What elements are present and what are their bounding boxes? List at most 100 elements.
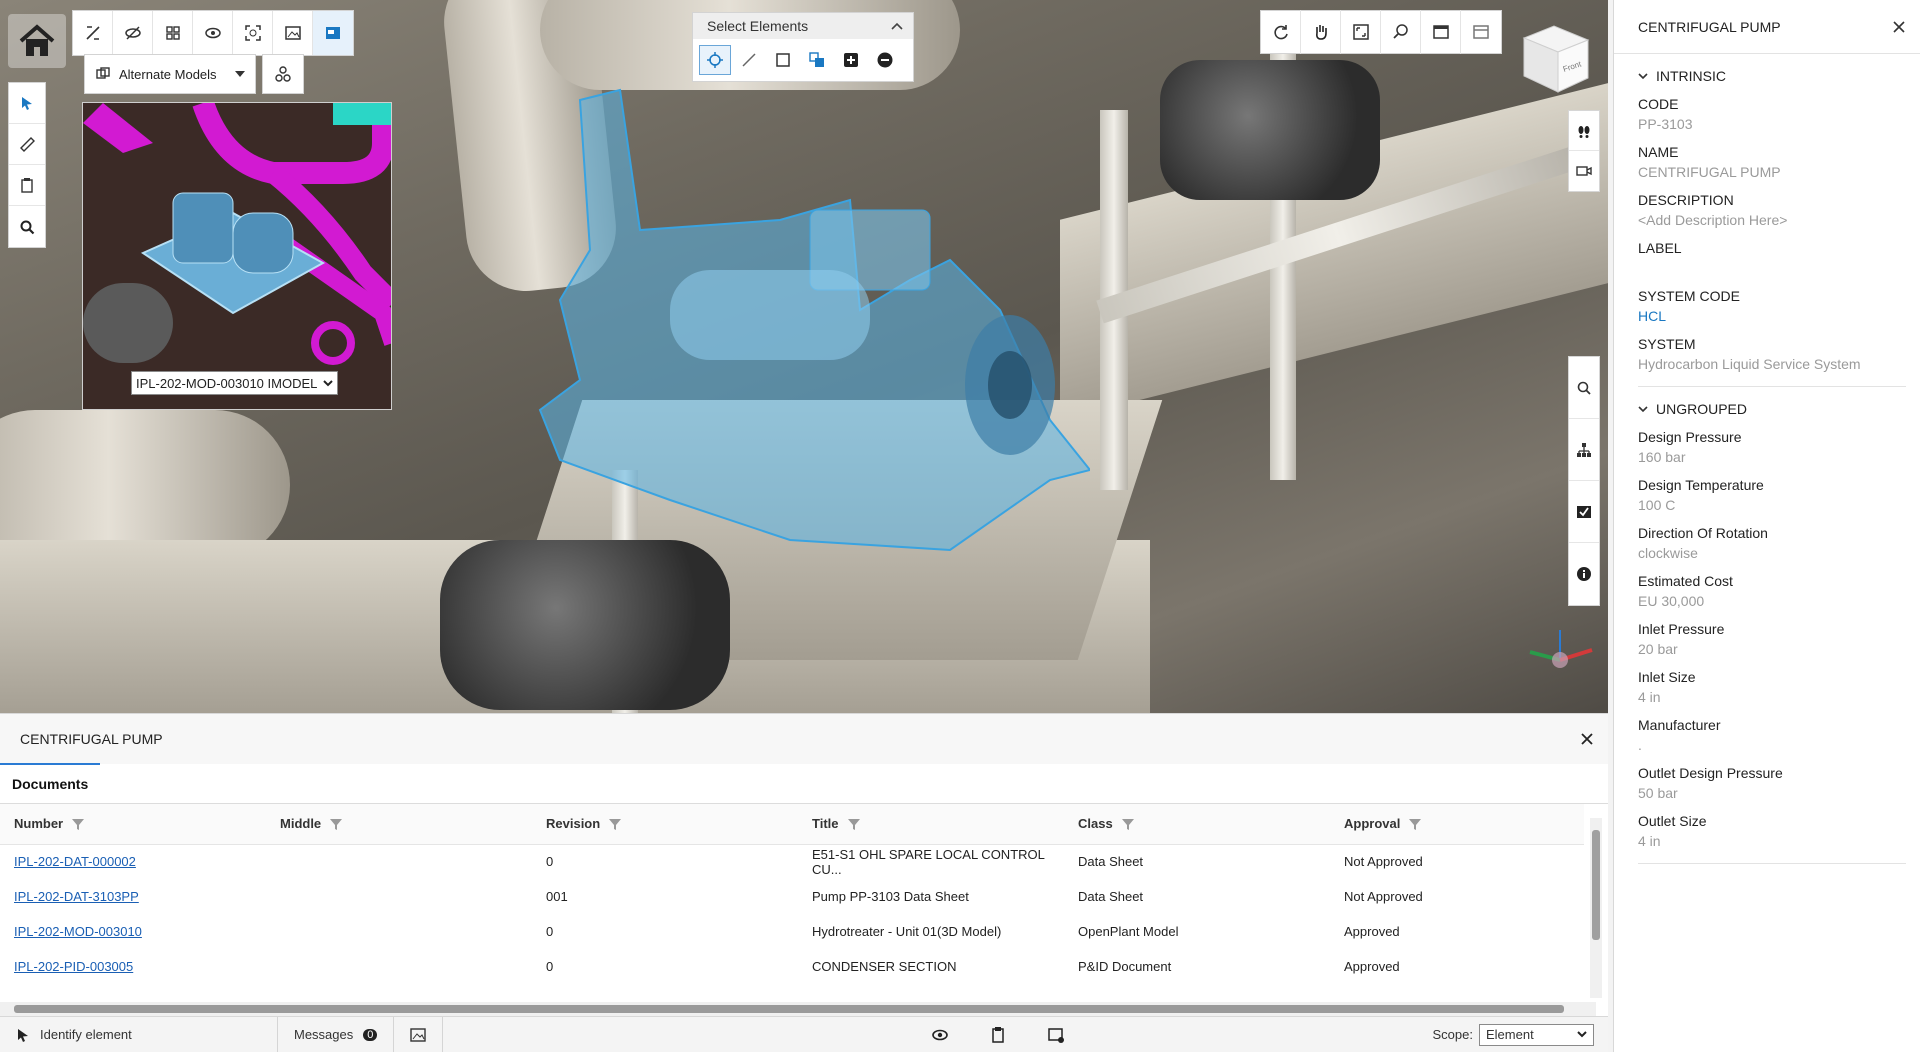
home-button[interactable]: [8, 14, 66, 68]
document-revision: 0: [546, 924, 554, 939]
table-row[interactable]: IPL-202-PID-003005 0 CONDENSER SECTION P…: [0, 949, 1584, 984]
table-row[interactable]: IPL-202-DAT-3103PP 001 Pump PP-3103 Data…: [0, 879, 1584, 914]
document-class: OpenPlant Model: [1078, 924, 1179, 939]
visibility-button[interactable]: [193, 11, 233, 55]
walk-button[interactable]: [1569, 111, 1599, 151]
checklist-button[interactable]: [1569, 481, 1599, 543]
document-title: Pump PP-3103 Data Sheet: [812, 889, 969, 904]
window-area-button[interactable]: [1421, 10, 1461, 54]
focus-icon: [244, 25, 261, 41]
alternate-models-settings-button[interactable]: [262, 54, 304, 94]
select-elements-header[interactable]: Select Elements: [693, 13, 913, 39]
scope-control: Scope: Element: [1432, 1023, 1608, 1046]
scrollbar-thumb[interactable]: [1592, 830, 1600, 940]
document-number-link[interactable]: IPL-202-DAT-3103PP: [14, 889, 139, 904]
column-header-middle[interactable]: Middle: [266, 804, 532, 845]
table-row[interactable]: IPL-202-MOD-003010 0 Hydrotreater - Unit…: [0, 914, 1584, 949]
hide-tool-button[interactable]: [113, 11, 153, 55]
pan-button[interactable]: [1301, 10, 1341, 54]
close-icon[interactable]: [1580, 732, 1594, 746]
info-button[interactable]: [1569, 543, 1599, 605]
clipboard-icon[interactable]: [989, 1026, 1007, 1044]
left-toolbar: [8, 82, 46, 248]
render-mode-button[interactable]: [273, 11, 313, 55]
filter-icon[interactable]: [847, 818, 861, 831]
document-number-link[interactable]: IPL-202-DAT-000002: [14, 854, 136, 869]
select-pick-button[interactable]: [699, 45, 731, 75]
scrollbar-thumb[interactable]: [14, 1005, 1564, 1013]
column-header-number[interactable]: Number: [0, 804, 266, 845]
column-header-approval[interactable]: Approval: [1330, 804, 1584, 845]
alternate-models-dropdown[interactable]: Alternate Models: [84, 54, 256, 94]
system-code-link[interactable]: HCL: [1638, 308, 1920, 326]
vertical-scrollbar[interactable]: [1590, 818, 1602, 998]
document-number-link[interactable]: IPL-202-MOD-003010: [14, 924, 142, 939]
selected-pump-highlight[interactable]: [530, 80, 1090, 580]
window-settings-icon[interactable]: [1047, 1026, 1065, 1044]
property-description[interactable]: DESCRIPTION <Add Description Here>: [1614, 184, 1920, 232]
camera-button[interactable]: [1569, 151, 1599, 191]
scope-select[interactable]: Element: [1479, 1023, 1594, 1046]
table-row[interactable]: IPL-202-DAT-000002 0 E51-S1 OHL SPARE LO…: [0, 844, 1584, 879]
side-search-button[interactable]: [1569, 357, 1599, 419]
section-intrinsic[interactable]: INTRINSIC: [1614, 54, 1920, 88]
filter-icon[interactable]: [608, 818, 622, 831]
hand-icon: [1315, 25, 1327, 40]
remove-selection-button[interactable]: [869, 45, 901, 75]
chevron-down-icon: [1638, 72, 1648, 79]
measure-tool-button[interactable]: [9, 124, 45, 165]
documents-tabs: Documents: [0, 763, 1608, 804]
column-header-revision[interactable]: Revision: [532, 804, 798, 845]
video-camera-icon: [1576, 166, 1592, 176]
tab-documents[interactable]: Documents: [0, 763, 101, 803]
screenshot-button[interactable]: [394, 1017, 444, 1052]
zoom-button[interactable]: [1381, 10, 1421, 54]
image-icon: [410, 1027, 427, 1042]
add-selection-button[interactable]: [835, 45, 867, 75]
filter-icon[interactable]: [1408, 818, 1422, 831]
property-inlet-size: Inlet Size 4 in: [1638, 669, 1696, 705]
document-approval: Approved: [1344, 959, 1400, 974]
filter-icon[interactable]: [71, 818, 85, 831]
filter-icon[interactable]: [1121, 818, 1135, 831]
identify-element-tool[interactable]: Identify element: [0, 1017, 278, 1052]
filter-icon[interactable]: [329, 818, 343, 831]
line-icon: [742, 53, 756, 67]
cube-stack-icon: [96, 67, 110, 79]
horizontal-scrollbar[interactable]: [0, 1002, 1596, 1016]
close-icon[interactable]: [1892, 20, 1906, 34]
cursor-icon: [18, 1028, 28, 1042]
panel-icon: [326, 27, 340, 39]
clip-tool-button[interactable]: [9, 165, 45, 206]
alternate-model-view[interactable]: IPL-202-MOD-003010 IMODEL: [82, 102, 392, 410]
select-overlap-button[interactable]: [801, 45, 833, 75]
info-icon: [1577, 567, 1591, 581]
eye-icon[interactable]: [931, 1026, 949, 1044]
column-header-class[interactable]: Class: [1064, 804, 1330, 845]
camera-view-button[interactable]: [1461, 10, 1501, 54]
section-ungrouped[interactable]: UNGROUPED: [1614, 387, 1920, 421]
model-select[interactable]: IPL-202-MOD-003010 IMODEL: [131, 371, 339, 395]
select-tool-button[interactable]: [9, 83, 45, 124]
properties-title: CENTRIFUGAL PUMP: [1638, 18, 1781, 35]
3d-viewport[interactable]: Alternate Models IPL-202-MOD-003010 IMOD…: [0, 0, 1608, 713]
property-outlet-size: Outlet Size 4 in: [1638, 813, 1707, 849]
select-line-button[interactable]: [733, 45, 765, 75]
search-tool-button[interactable]: [9, 206, 45, 247]
view-cube[interactable]: Front: [1514, 18, 1594, 98]
hierarchy-button[interactable]: [1569, 419, 1599, 481]
scope-label: Scope:: [1432, 1027, 1473, 1042]
rotate-button[interactable]: [1261, 10, 1301, 54]
select-box-button[interactable]: [767, 45, 799, 75]
document-number-link[interactable]: IPL-202-PID-003005: [14, 959, 133, 974]
messages-button[interactable]: Messages 0: [278, 1017, 395, 1052]
model-tree-button[interactable]: [153, 11, 193, 55]
fit-view-button[interactable]: [233, 11, 273, 55]
document-class: P&ID Document: [1078, 959, 1172, 974]
section-tool-button[interactable]: [73, 11, 113, 55]
fit-extents-button[interactable]: [1341, 10, 1381, 54]
search-icon: [1577, 381, 1591, 395]
home-icon: [19, 24, 55, 56]
column-header-title[interactable]: Title: [798, 804, 1064, 845]
reality-mesh-button[interactable]: [313, 11, 353, 55]
